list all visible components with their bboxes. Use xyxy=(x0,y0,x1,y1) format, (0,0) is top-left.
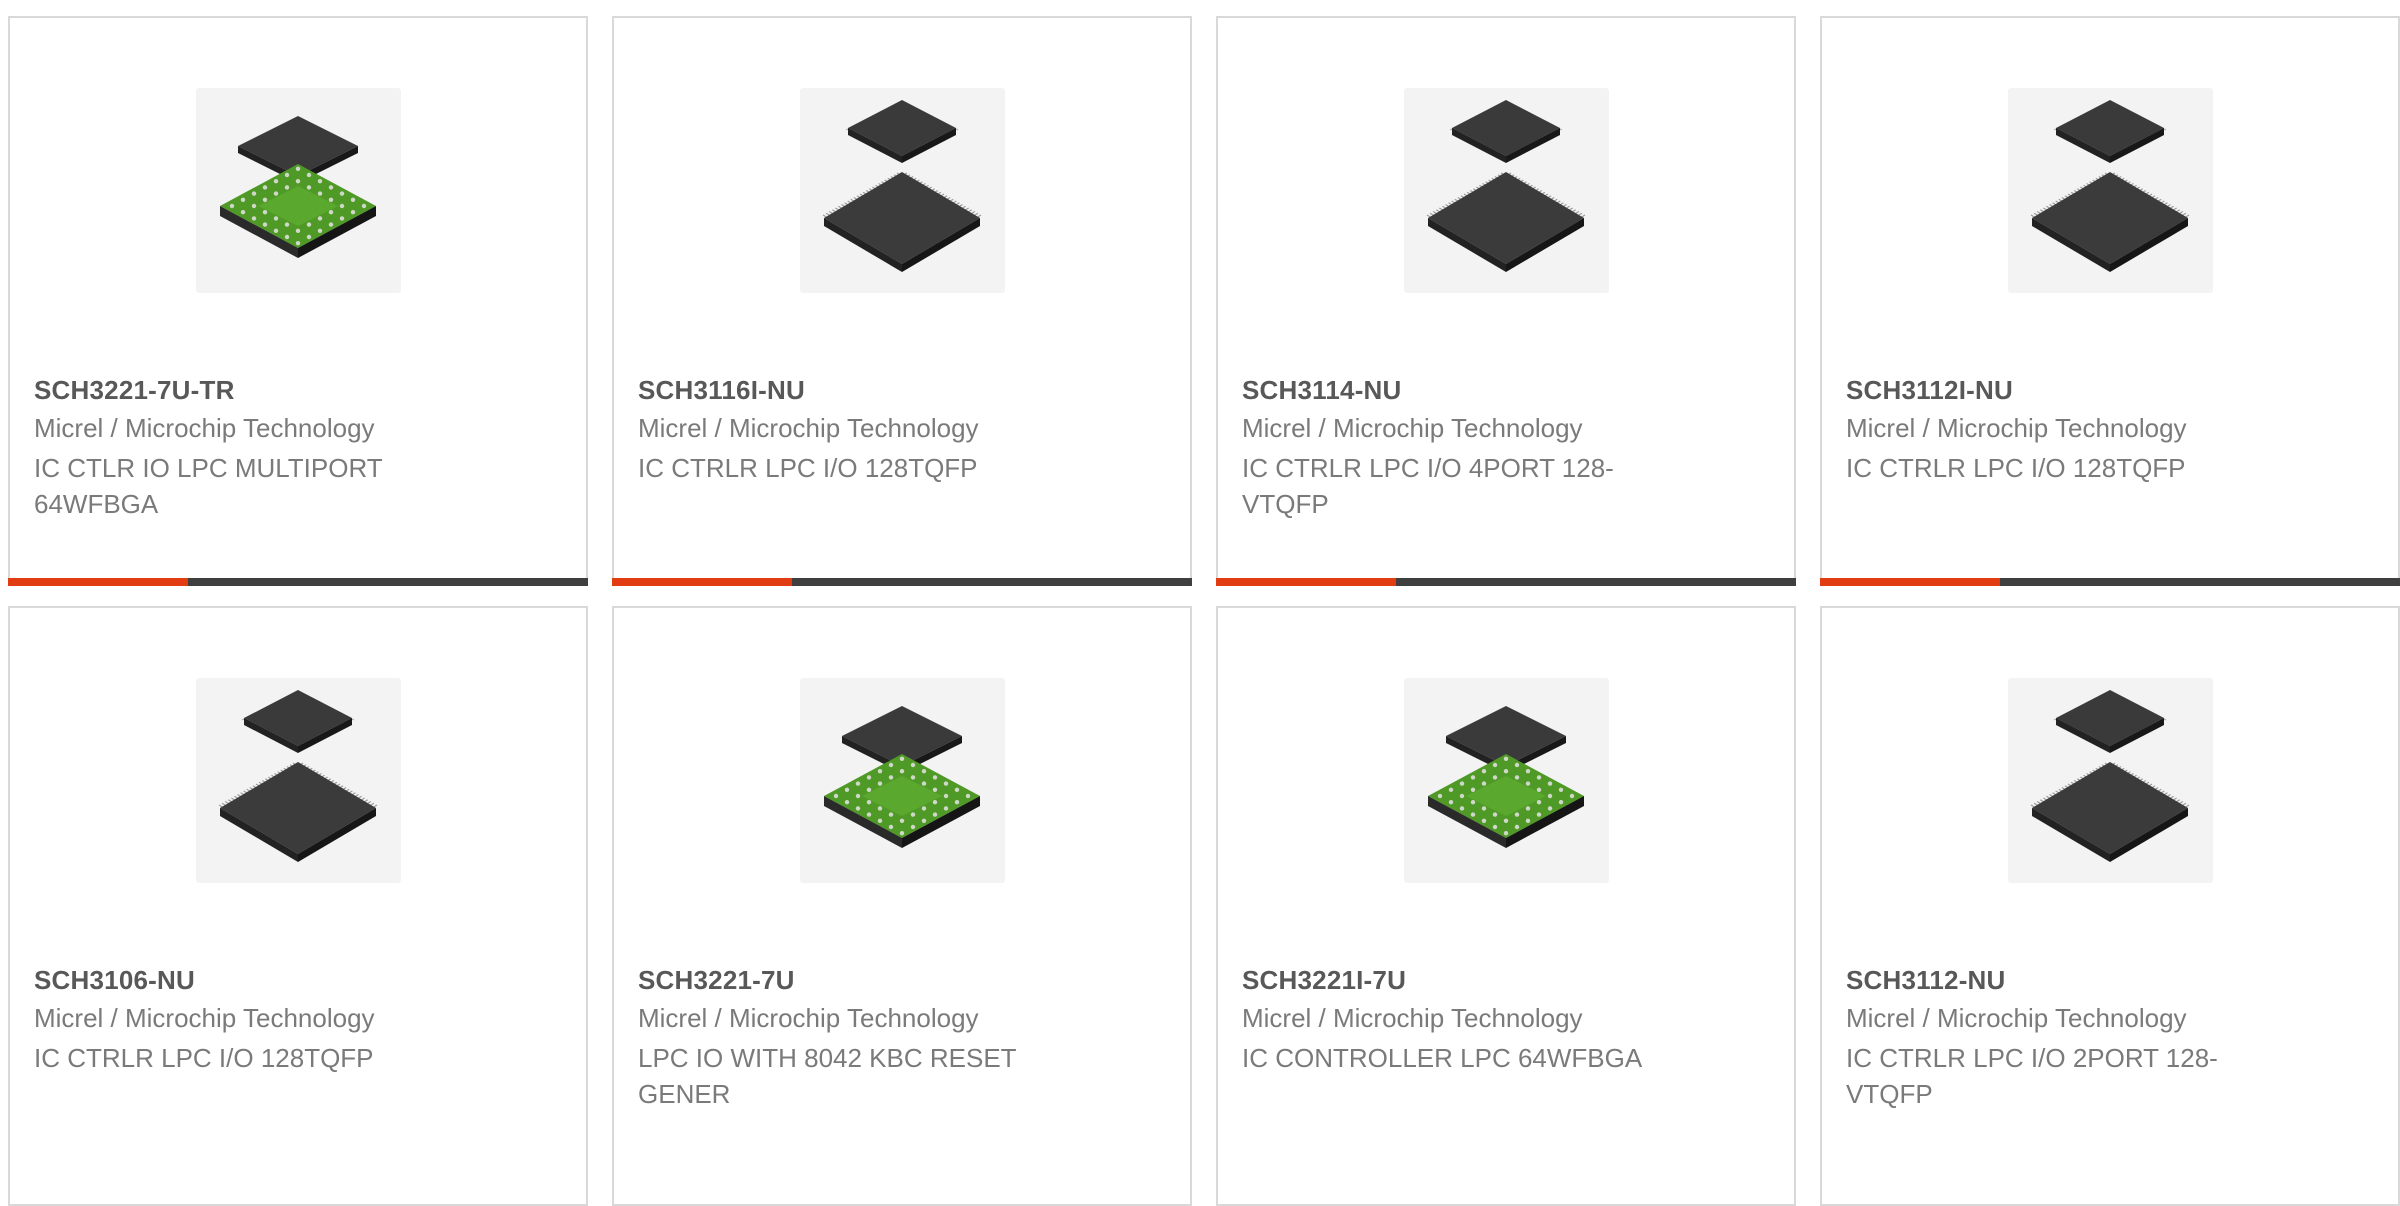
part-number[interactable]: SCH3114-NU xyxy=(1242,375,1402,406)
product-description: IC CTRLR LPC I/O 4PORT 128-VTQFP xyxy=(1242,453,1614,519)
part-number[interactable]: SCH3221-7U-TR xyxy=(34,375,235,406)
qfp-chip-icon[interactable] xyxy=(2008,678,2213,883)
manufacturer-name: Micrel / Microchip Technology xyxy=(1242,1003,1583,1033)
product-description: LPC IO WITH 8042 KBC RESET GENER xyxy=(638,1043,1017,1109)
card-progress-fill xyxy=(612,578,792,586)
product-description: IC CTRLR LPC I/O 2PORT 128-VTQFP xyxy=(1846,1043,2218,1109)
manufacturer-name: Micrel / Microchip Technology xyxy=(34,413,375,443)
bga-chip-icon[interactable] xyxy=(1404,678,1609,883)
product-description: IC CTRLR LPC I/O 128TQFP xyxy=(1846,453,2186,483)
part-number[interactable]: SCH3116I-NU xyxy=(638,375,805,406)
product-card[interactable]: SCH3221-7U-TR Micrel / Microchip Technolo… xyxy=(8,16,588,586)
qfp-chip-icon[interactable] xyxy=(196,678,401,883)
part-number[interactable]: SCH3112I-NU xyxy=(1846,375,2013,406)
product-card[interactable]: SCH3112-NU Micrel / Microchip Technology I… xyxy=(1820,606,2400,1206)
part-number[interactable]: SCH3221-7U xyxy=(638,965,795,996)
product-description: IC CONTROLLER LPC 64WFBGA xyxy=(1242,1043,1643,1073)
card-progress-bar xyxy=(1820,578,2400,586)
manufacturer-name: Micrel / Microchip Technology xyxy=(1846,413,2187,443)
product-card[interactable]: SCH3116I-NU Micrel / Microchip Technology… xyxy=(612,16,1192,586)
product-card[interactable]: SCH3114-NU Micrel / Microchip Technology I… xyxy=(1216,16,1796,586)
card-progress-bar xyxy=(612,578,1192,586)
part-number[interactable]: SCH3221I-7U xyxy=(1242,965,1406,996)
part-number[interactable]: SCH3112-NU xyxy=(1846,965,2006,996)
product-card[interactable]: SCH3112I-NU Micrel / Microchip Technology… xyxy=(1820,16,2400,586)
card-progress-fill xyxy=(1820,578,2000,586)
manufacturer-name: Micrel / Microchip Technology xyxy=(638,1003,979,1033)
product-description: IC CTRLR LPC I/O 128TQFP xyxy=(638,453,978,483)
part-number[interactable]: SCH3106-NU xyxy=(34,965,195,996)
product-card[interactable]: SCH3221-7U Micrel / Microchip Technology L… xyxy=(612,606,1192,1206)
card-progress-bar xyxy=(8,578,588,586)
card-progress-fill xyxy=(1216,578,1396,586)
product-card[interactable]: SCH3106-NU Micrel / Microchip Technology I… xyxy=(8,606,588,1206)
product-description: IC CTRLR LPC I/O 128TQFP xyxy=(34,1043,374,1073)
bga-chip-icon[interactable] xyxy=(196,88,401,293)
qfp-chip-icon[interactable] xyxy=(2008,88,2213,293)
manufacturer-name: Micrel / Microchip Technology xyxy=(638,413,979,443)
qfp-chip-icon[interactable] xyxy=(1404,88,1609,293)
product-card[interactable]: SCH3221I-7U Micrel / Microchip Technology… xyxy=(1216,606,1796,1206)
manufacturer-name: Micrel / Microchip Technology xyxy=(34,1003,375,1033)
product-grid: SCH3221-7U-TR Micrel / Microchip Technolo… xyxy=(0,0,2400,1206)
manufacturer-name: Micrel / Microchip Technology xyxy=(1846,1003,2187,1033)
qfp-chip-icon[interactable] xyxy=(800,88,1005,293)
card-progress-bar xyxy=(1216,578,1796,586)
bga-chip-icon[interactable] xyxy=(800,678,1005,883)
product-description: IC CTLR IO LPC MULTIPORT 64WFBGA xyxy=(34,453,383,519)
manufacturer-name: Micrel / Microchip Technology xyxy=(1242,413,1583,443)
card-progress-fill xyxy=(8,578,188,586)
